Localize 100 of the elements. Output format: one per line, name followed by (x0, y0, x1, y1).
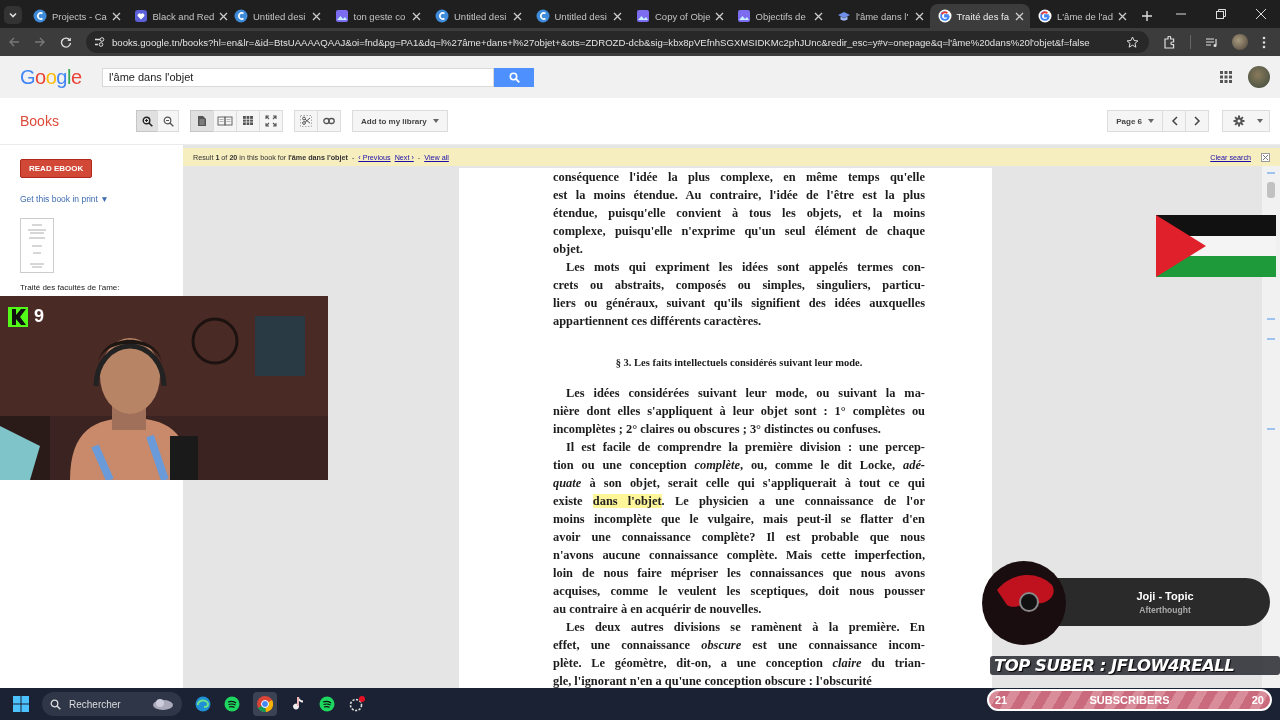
new-tab-icon[interactable] (1140, 10, 1153, 22)
graduation-cap-icon (837, 9, 851, 23)
browser-tab[interactable]: L'âme de l'ad (1030, 4, 1131, 28)
google-icon (937, 9, 952, 23)
subscriber-count: 21 (995, 694, 1008, 706)
top-subscriber-label: TOP SUBER : JFLOW4REALL (990, 656, 1280, 675)
view-mode-button[interactable] (236, 110, 260, 132)
back-icon[interactable] (8, 36, 20, 48)
puzzle-piece-icon[interactable] (1163, 35, 1176, 49)
close-icon[interactable] (715, 11, 725, 21)
music-app-icon[interactable] (224, 696, 240, 712)
circle-logo-icon (234, 9, 248, 23)
cloud-icon (152, 697, 174, 711)
close-button[interactable] (1261, 152, 1270, 162)
search-icon (508, 71, 520, 83)
settings-icon (1233, 115, 1245, 127)
previous-page-button[interactable] (1162, 110, 1186, 132)
close-icon[interactable] (1256, 9, 1266, 19)
zoom-out-button[interactable] (157, 110, 179, 132)
view-mode-button[interactable] (213, 110, 237, 132)
book-cover-thumbnail[interactable] (20, 218, 54, 273)
close-icon[interactable] (111, 11, 121, 21)
close-icon[interactable] (613, 11, 622, 21)
track-title: Afterthought (1139, 604, 1191, 615)
forward-icon[interactable] (34, 36, 46, 48)
browser-tab[interactable]: Black and Red (125, 4, 226, 28)
books-title[interactable]: Books (20, 113, 137, 129)
caret-icon (1257, 119, 1263, 123)
search-button[interactable] (494, 67, 534, 87)
google-logo[interactable]: Google (20, 65, 102, 89)
media-control-icon[interactable] (1205, 35, 1218, 49)
taskbar-search-field[interactable]: Rechercher (42, 692, 182, 716)
search-field[interactable]: l'âme dans l'objet (102, 67, 494, 87)
close-icon[interactable] (914, 11, 924, 21)
scissors-icon (300, 115, 312, 127)
circle-logo-icon (435, 9, 449, 23)
restore-icon[interactable] (1216, 9, 1226, 19)
book-paragraph: conséquence l'idée la plus complexe, en même temps qu'elle est la moins étendue. Au contraire, l'idée de l'être est la plus étendue, puisqu'elle convient à tous les objets, et la moins complexe, puisqu'elle n'exprime qu'un seul élément de chaque objet. (553, 169, 925, 258)
close-icon[interactable] (311, 11, 321, 21)
profile-avatar[interactable] (1248, 66, 1270, 88)
chrome-browser-icon[interactable] (253, 692, 277, 716)
book-paragraph: Les idées considérées suivant leur mode, ou suivant la ma- nière dont elles s'appliquent à leur objet sont : 1° complètes ou incomplètes ; 2° claires ou obscures ; 3° distinctes ou confuses. (553, 385, 925, 438)
grid-view-icon (242, 115, 254, 127)
windows-start-icon[interactable] (13, 696, 29, 712)
gear-badge-icon[interactable] (348, 696, 366, 712)
image-icon (334, 9, 349, 23)
print-link[interactable]: Get this book in print ▼ (20, 194, 109, 204)
settings-button[interactable] (1222, 110, 1270, 132)
goal-label: SUBSCRIBERS (1089, 694, 1170, 706)
music-note-icon[interactable] (290, 696, 306, 712)
circle-logo-icon (535, 9, 550, 23)
close-icon[interactable] (1015, 11, 1024, 21)
close-icon[interactable] (219, 11, 229, 21)
browser-tab[interactable]: ton geste co (326, 4, 427, 28)
link-button[interactable] (317, 110, 341, 132)
star-icon[interactable] (1126, 35, 1139, 49)
artist-name: Joji - Topic (1136, 589, 1194, 602)
link-icon (323, 117, 335, 125)
section-heading: § 3. Les faits intellectuels considérés suivant leur mode. (614, 356, 864, 370)
profile-avatar[interactable] (1232, 34, 1248, 50)
caret-icon (1148, 119, 1154, 123)
close-icon[interactable] (814, 11, 823, 21)
reload-icon[interactable] (60, 36, 72, 48)
next-page-button[interactable] (1185, 110, 1209, 132)
browser-tab[interactable]: Untitled desi (226, 4, 327, 28)
site-settings-icon[interactable] (94, 36, 106, 48)
tab-list-button[interactable] (4, 6, 22, 24)
image-icon (636, 9, 650, 23)
close-icon (1263, 154, 1268, 160)
browser-tab[interactable]: Untitled desi (527, 4, 628, 28)
view-mode-button[interactable] (190, 110, 214, 132)
browser-tab[interactable]: Traité des fa (929, 4, 1030, 28)
add-to-library-button[interactable]: Add to my library (352, 110, 448, 132)
browser-tab[interactable]: l'âme dans l' (829, 4, 930, 28)
browser-tab[interactable]: Objectifs de (728, 4, 829, 28)
image-icon (736, 9, 751, 23)
close-icon[interactable] (512, 11, 522, 21)
browser-tab[interactable]: Projects - Ca (25, 4, 126, 28)
book-title[interactable]: Traité des facultés de l'ame: (20, 283, 120, 292)
two-page-icon (217, 115, 233, 127)
zoom-out-icon (162, 115, 174, 127)
browser-tab[interactable]: Copy of Obje (628, 4, 729, 28)
view-mode-button[interactable] (259, 110, 283, 132)
caret-icon (432, 119, 439, 123)
page-selector-button[interactable]: Page 6 (1107, 110, 1163, 132)
apps-grid-icon[interactable] (1220, 71, 1232, 83)
more-menu-icon[interactable] (1262, 35, 1266, 49)
edge-browser-icon[interactable] (195, 696, 211, 712)
browser-tab[interactable]: Untitled desi (427, 4, 528, 28)
close-icon[interactable] (412, 11, 421, 21)
zoom-in-button[interactable] (136, 110, 158, 132)
clip-button[interactable] (294, 110, 318, 132)
book-paragraph: Les deux autres divisions se ramènent à la première. En effet, une connaissance obscure est une connaissance incom- plète. Le géomètre, dit-on, a une conception claire du trian- gle, l'ignorant n'en a qu'une conception obscure : l'obscurité (553, 619, 925, 688)
read-ebook-button[interactable]: READ EBOOK (20, 159, 93, 178)
close-icon[interactable] (1117, 11, 1127, 21)
circle-logo-icon (33, 9, 47, 23)
search-icon (50, 698, 61, 710)
goal-count: 20 (1251, 694, 1264, 706)
address-field[interactable]: books.google.tn/books?hl=en&lr=&id=BtsUAAAAQAAJ&oi=fnd&pg=PA1&dq=l%27âme+dans+l%27objet+&ots=ZDROZD-dcb&sig=kbx8pVEfnhSGXMSIDKMc2phJUnc&redir_esc=y#v=onepage&q=l'âme%20dans%20l'objet&f=false (86, 31, 1149, 53)
music-app-icon[interactable] (319, 696, 335, 712)
